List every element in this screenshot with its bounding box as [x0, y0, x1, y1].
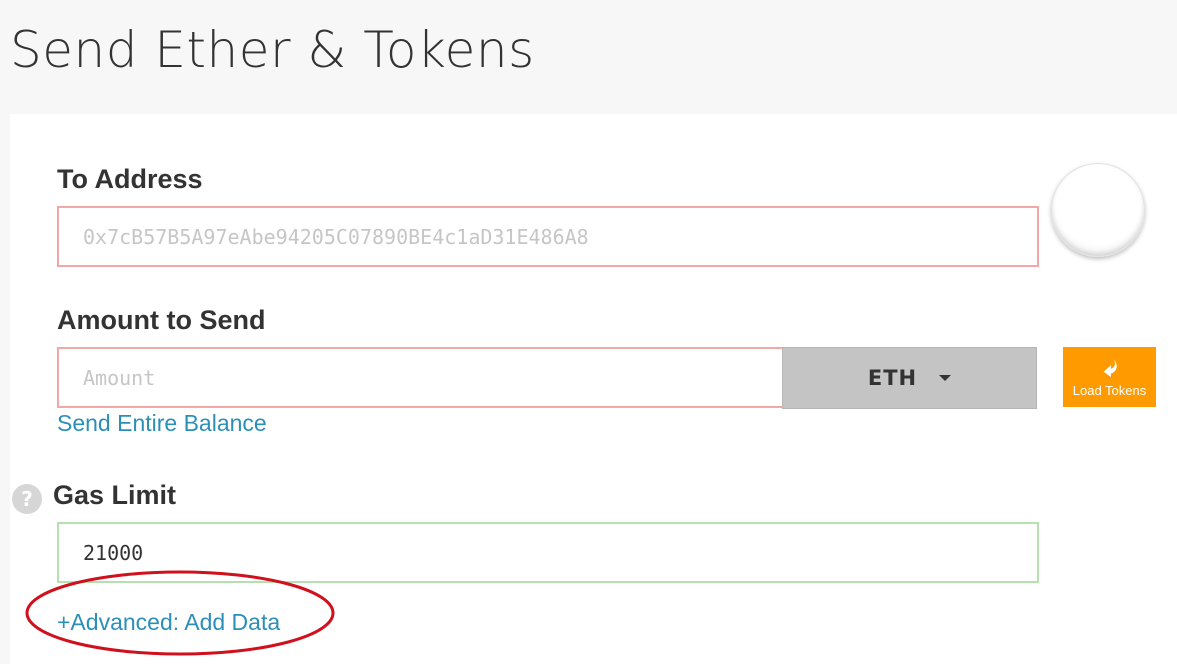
- page: Send Ether & Tokens To Address Amount to…: [0, 0, 1177, 664]
- send-entire-balance-link[interactable]: Send Entire Balance: [57, 409, 267, 437]
- gas-limit-input[interactable]: [57, 522, 1039, 583]
- to-address-input[interactable]: [57, 206, 1039, 267]
- load-tokens-label: Load Tokens: [1072, 382, 1147, 398]
- load-tokens-button[interactable]: Load Tokens: [1063, 347, 1156, 407]
- gas-limit-label: Gas Limit: [53, 480, 177, 510]
- to-address-label: To Address: [57, 164, 203, 194]
- arrow-down-curve-icon: [1103, 358, 1117, 377]
- chevron-down-icon: [939, 375, 952, 381]
- unit-dropdown[interactable]: ETH: [782, 347, 1037, 409]
- address-identicon: [1051, 163, 1145, 257]
- page-title: Send Ether & Tokens: [10, 21, 535, 79]
- amount-label: Amount to Send: [57, 305, 266, 335]
- question-icon[interactable]: ?: [12, 484, 42, 514]
- unit-dropdown-label: ETH: [867, 366, 918, 390]
- amount-input[interactable]: [57, 347, 784, 408]
- advanced-add-data-link[interactable]: +Advanced: Add Data: [57, 608, 280, 636]
